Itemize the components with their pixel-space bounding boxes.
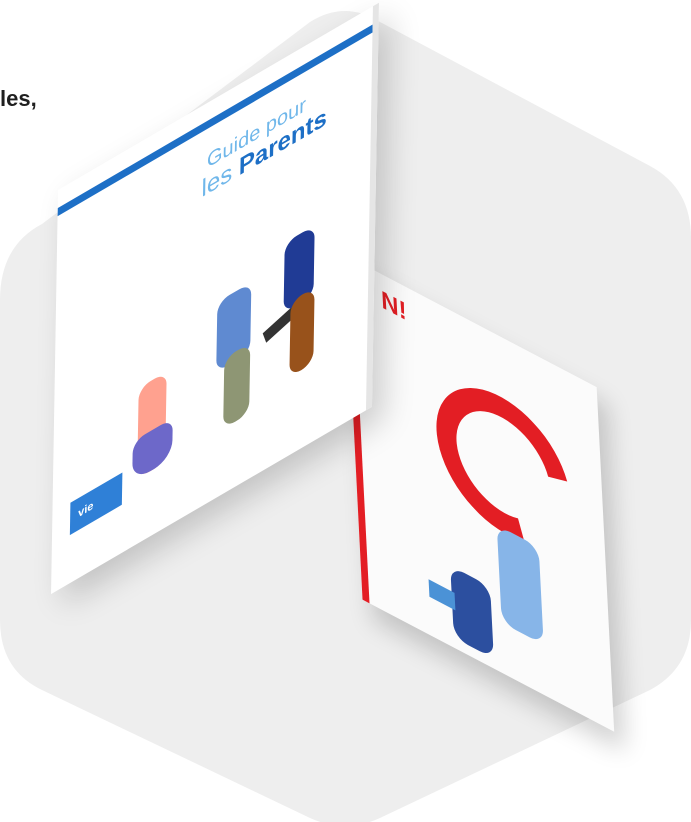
back-brochure-title: N! bbox=[380, 285, 408, 327]
dark-blue-figure bbox=[450, 565, 494, 659]
back-brochure: N! bbox=[345, 255, 615, 732]
front-brochure: Guide pour les Parents vie bbox=[51, 2, 379, 595]
front-brochure-logo: vie bbox=[69, 472, 123, 536]
front-brochure-illustration bbox=[132, 183, 370, 499]
front-brochure-logo-text: vie bbox=[78, 499, 94, 521]
brochures: N! Guide pour les Parents vie bbox=[0, 0, 691, 822]
